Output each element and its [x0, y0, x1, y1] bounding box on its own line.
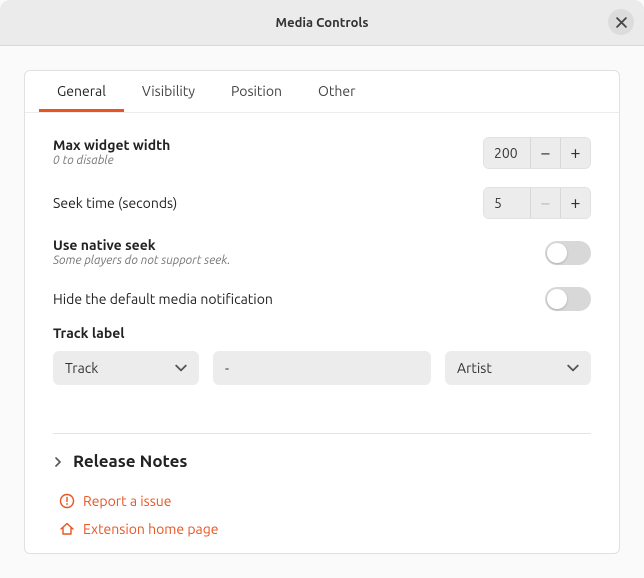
tab-visibility[interactable]: Visibility: [124, 71, 213, 112]
track-label-title: Track label: [53, 325, 591, 341]
track-label-separator-input[interactable]: -: [213, 351, 431, 385]
settings-panel: General Visibility Position Other Max wi…: [24, 70, 620, 554]
chevron-down-icon: [567, 362, 579, 374]
row-seek-time-labels: Seek time (seconds): [53, 195, 177, 211]
spacer: [53, 385, 591, 433]
release-notes-expander[interactable]: Release Notes: [53, 452, 591, 471]
row-hide-notif-labels: Hide the default media notification: [53, 291, 273, 307]
tab-general[interactable]: General: [39, 71, 124, 112]
track-label-sep-value: -: [225, 360, 229, 376]
extension-home-link[interactable]: Extension home page: [59, 515, 591, 543]
hide-notif-title: Hide the default media notification: [53, 291, 273, 307]
seek-time-spinbox: 5 − +: [483, 187, 591, 219]
window: Media Controls General Visibility Positi…: [0, 0, 644, 578]
max-width-sub: 0 to disable: [53, 153, 170, 169]
tabs: General Visibility Position Other: [25, 71, 619, 113]
chevron-right-icon: [53, 457, 63, 467]
row-seek-time: Seek time (seconds) 5 − +: [53, 181, 591, 225]
track-label-left-select[interactable]: Track: [53, 351, 199, 385]
content-area: General Visibility Position Other Max wi…: [0, 46, 644, 578]
row-max-width-labels: Max widget width 0 to disable: [53, 137, 170, 169]
max-width-spinbox: 200 − +: [483, 137, 591, 169]
row-native-seek: Use native seek Some players do not supp…: [53, 231, 591, 275]
track-label-left-value: Track: [65, 360, 98, 376]
release-notes-title: Release Notes: [73, 452, 187, 471]
tab-general-body: Max widget width 0 to disable 200 − + Se…: [25, 113, 619, 553]
divider: [53, 433, 591, 434]
alert-icon: [59, 493, 75, 509]
chevron-down-icon: [175, 362, 187, 374]
native-seek-switch[interactable]: [545, 241, 591, 265]
tab-position[interactable]: Position: [213, 71, 300, 112]
row-hide-notif: Hide the default media notification: [53, 281, 591, 317]
extension-home-label: Extension home page: [83, 521, 219, 537]
max-width-increment[interactable]: +: [560, 138, 590, 168]
titlebar: Media Controls: [0, 0, 644, 46]
native-seek-title: Use native seek: [53, 237, 231, 253]
report-issue-link[interactable]: Report a issue: [59, 487, 591, 515]
report-issue-label: Report a issue: [83, 493, 172, 509]
close-icon: [616, 17, 627, 28]
track-label-row: Track - Artist: [53, 351, 591, 385]
seek-time-value[interactable]: 5: [484, 188, 530, 218]
seek-time-title: Seek time (seconds): [53, 195, 177, 211]
max-width-decrement[interactable]: −: [530, 138, 560, 168]
track-label-right-value: Artist: [457, 360, 492, 376]
tab-other[interactable]: Other: [300, 71, 373, 112]
max-width-value[interactable]: 200: [484, 138, 530, 168]
max-width-title: Max widget width: [53, 137, 170, 153]
seek-time-decrement: −: [530, 188, 560, 218]
track-label-right-select[interactable]: Artist: [445, 351, 591, 385]
native-seek-sub: Some players do not support seek.: [53, 253, 231, 269]
window-title: Media Controls: [276, 16, 369, 30]
close-button[interactable]: [608, 9, 634, 35]
seek-time-increment[interactable]: +: [560, 188, 590, 218]
home-icon: [59, 521, 75, 537]
row-max-width: Max widget width 0 to disable 200 − +: [53, 131, 591, 175]
hide-notif-switch[interactable]: [545, 287, 591, 311]
row-native-seek-labels: Use native seek Some players do not supp…: [53, 237, 231, 269]
